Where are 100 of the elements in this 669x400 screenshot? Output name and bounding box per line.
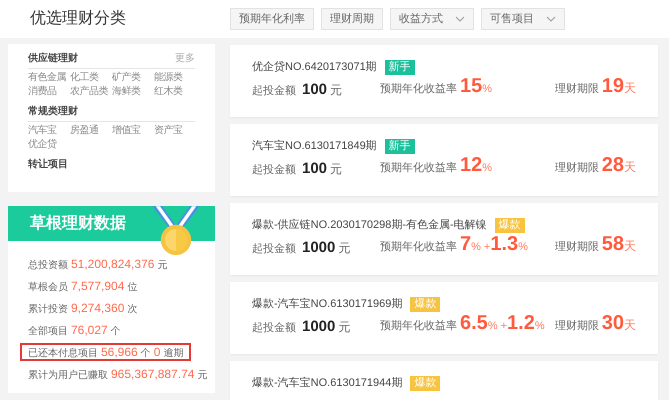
term-unit: 天 <box>624 317 636 334</box>
bonus-rate-unit: % <box>534 319 545 334</box>
stat-unit: 次 <box>127 303 138 317</box>
bonus-rate-value: 1.2 <box>507 311 535 336</box>
filter-button[interactable]: 预期年化利率 <box>230 8 314 30</box>
category-link[interactable]: 红木类 <box>154 85 196 99</box>
category-link[interactable]: 增值宝 <box>112 124 154 138</box>
page-title: 优选理财分类 <box>30 10 126 27</box>
plus-sign: + <box>484 240 490 255</box>
stat-label: 全部项目 <box>28 325 68 339</box>
stat-label: 总投资额 <box>28 259 68 273</box>
stat-unit: 个 <box>140 347 151 361</box>
bonus-rate-unit: % <box>518 240 528 255</box>
category-link[interactable]: 海鲜类 <box>112 85 154 99</box>
product-card[interactable]: 爆款-汽车宝NO.6130171944期 爆款 <box>230 361 658 400</box>
product-card[interactable]: 优企贷NO.6420173071期 新手 起投金额 100 元 预期年化收益率 15% 理财期限 19天 <box>230 45 658 117</box>
product-card[interactable]: 爆款-供应链NO.2030170298期-有色金属-电解镍 爆款 起投金额 1000 元 预期年化收益率 7% +1.3% 理财期限 58天 <box>230 203 658 275</box>
product-tag: 新手 <box>384 138 415 154</box>
product-title[interactable]: 爆款-供应链NO.2030170298期-有色金属-电解镍 <box>252 217 487 233</box>
category-link[interactable]: 汽车宝 <box>28 124 70 138</box>
category-link[interactable]: 矿产类 <box>112 71 154 85</box>
category-heading[interactable]: 常规类理财 <box>28 105 78 119</box>
stat-label: 累计为用户已赚取 <box>28 369 108 383</box>
rate-unit: % <box>482 161 492 176</box>
category-link[interactable]: 农产品类 <box>70 85 112 99</box>
rate-unit: % <box>471 240 481 255</box>
product-title[interactable]: 爆款-汽车宝NO.6130171944期 <box>252 375 402 391</box>
term-value: 19 <box>602 74 624 99</box>
product-tag: 爆款 <box>494 218 525 232</box>
stat-value: 965,367,887.74 <box>111 367 194 381</box>
term-value: 28 <box>602 153 624 178</box>
amount-value: 100 <box>302 158 328 178</box>
category-link[interactable]: 资产宝 <box>154 124 196 138</box>
product-tag: 新手 <box>384 60 415 74</box>
term-unit: 天 <box>624 80 636 97</box>
stat-label: 草根会员 <box>28 281 68 295</box>
product-title[interactable]: 优企贷NO.6420173071期 <box>252 59 377 75</box>
stat-value: 76,027 <box>71 323 108 337</box>
category-link[interactable]: 化工类 <box>70 71 112 85</box>
filter-button[interactable]: 可售项目 <box>481 8 565 30</box>
stat-unit: 元 <box>157 259 168 273</box>
rate-label: 预期年化收益率 <box>380 318 457 334</box>
product-card[interactable]: 汽车宝NO.6130171849期 新手 起投金额 100 元 预期年化收益率 12% 理财期限 28天 <box>230 124 658 196</box>
term-label: 理财期限 <box>554 319 599 334</box>
category-heading[interactable]: 供应链理财 <box>28 52 78 66</box>
plus-sign: + <box>500 319 508 334</box>
stat-label: 累计投资 <box>28 303 68 317</box>
rate-label: 预期年化收益率 <box>380 240 457 255</box>
category-link[interactable]: 优企贷 <box>28 138 70 152</box>
rate-label: 预期年化收益率 <box>380 82 457 97</box>
term-value: 30 <box>602 311 624 336</box>
rate-value: 15 <box>460 74 482 99</box>
product-tag: 爆款 <box>410 296 440 312</box>
amount-unit: 元 <box>330 160 342 178</box>
amount-unit: 元 <box>338 318 350 336</box>
rate-value: 7 <box>460 232 472 257</box>
product-title[interactable]: 爆款-汽车宝NO.6130171969期 <box>252 296 402 312</box>
bonus-rate-value: 1.3 <box>490 232 518 257</box>
term-unit: 天 <box>624 238 636 255</box>
chevron-down-icon <box>546 16 556 22</box>
category-link[interactable]: 房盈通 <box>70 124 112 138</box>
rate-unit: % <box>482 82 492 97</box>
amount-unit: 元 <box>330 82 342 98</box>
rate-value: 12 <box>460 153 482 178</box>
stat-unit: 个 <box>110 325 121 339</box>
product-title[interactable]: 汽车宝NO.6130171849期 <box>252 138 377 154</box>
stat-value: 56,966 <box>101 345 138 359</box>
amount-unit: 元 <box>338 240 350 256</box>
amount-value: 100 <box>302 80 328 100</box>
product-tag: 爆款 <box>410 376 440 390</box>
term-label: 理财期限 <box>554 82 599 97</box>
category-link[interactable]: 消费品 <box>28 85 70 99</box>
filter-button[interactable]: 理财周期 <box>321 8 383 30</box>
amount-value: 1000 <box>302 238 336 258</box>
amount-label: 起投金额 <box>252 162 296 178</box>
term-value: 58 <box>602 232 624 257</box>
stat-label: 已还本付息项目 <box>28 347 98 361</box>
category-link[interactable]: 能源类 <box>154 71 196 85</box>
amount-value: 1000 <box>302 316 336 336</box>
stat-value: 0 <box>154 345 160 359</box>
stat-unit: 逾期 <box>163 347 184 361</box>
product-card[interactable]: 爆款-汽车宝NO.6130171969期 爆款 起投金额 1000 元 预期年化收益率 6.5% +1.2% 理财期限 30天 <box>230 282 658 354</box>
stat-unit: 元 <box>197 369 208 383</box>
stat-value: 7,577,904 <box>71 279 124 293</box>
category-heading[interactable]: 转让项目 <box>28 158 68 172</box>
chevron-down-icon <box>455 16 465 22</box>
stat-value: 51,200,824,376 <box>71 257 154 271</box>
term-unit: 天 <box>624 159 636 176</box>
term-label: 理财期限 <box>554 240 599 255</box>
rate-value: 6.5 <box>460 311 488 336</box>
category-link[interactable]: 有色金属 <box>28 71 70 85</box>
amount-label: 起投金额 <box>252 84 296 98</box>
amount-label: 起投金额 <box>252 242 296 256</box>
stats-title: 草根理财数据 <box>30 214 126 234</box>
rate-unit: % <box>488 319 498 334</box>
rate-label: 预期年化收益率 <box>380 160 457 176</box>
filter-button[interactable]: 收益方式 <box>390 8 474 30</box>
amount-label: 起投金额 <box>252 320 296 336</box>
stat-value: 9,274,360 <box>71 301 124 315</box>
term-label: 理财期限 <box>554 161 599 176</box>
